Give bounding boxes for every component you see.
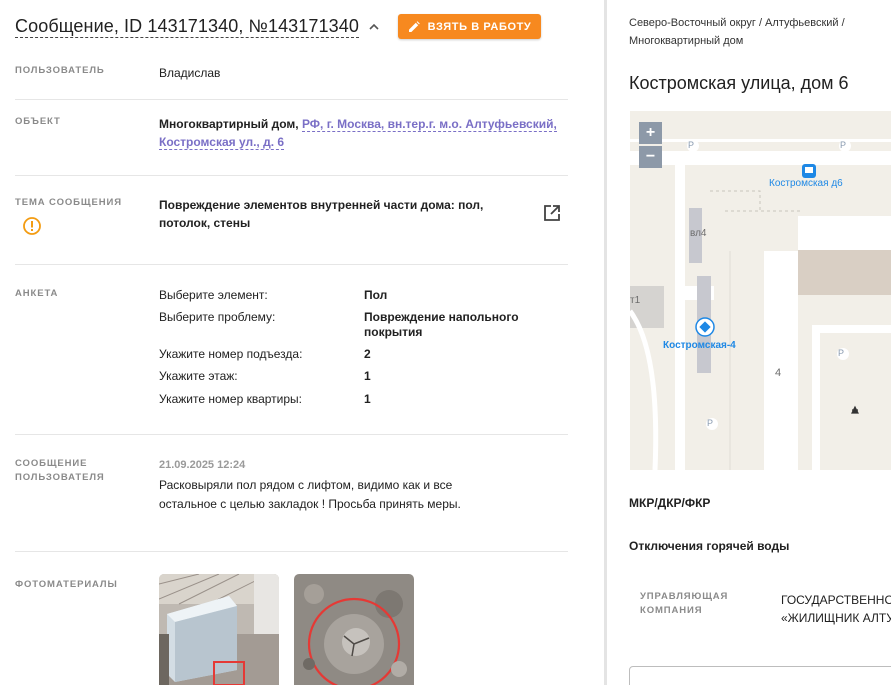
- photo-thumbnail-2[interactable]: [294, 574, 414, 685]
- object-label: ОБЪЕКТ: [15, 116, 61, 127]
- take-to-work-label: ВЗЯТЬ В РАБОТУ: [427, 20, 532, 33]
- survey-answer: Пол: [364, 288, 388, 302]
- breadcrumb: Северо-Восточный округ / Алтуфьевский / …: [629, 14, 889, 50]
- survey-question: Выберите элемент:: [159, 288, 268, 302]
- map-canvas: [630, 111, 891, 470]
- object-address-link[interactable]: РФ, г. Москва, вн.тер.г. м.о. Алтуфьевск…: [301, 117, 557, 132]
- breadcrumb-line-1[interactable]: Северо-Восточный округ / Алтуфьевский /: [629, 17, 845, 29]
- object-type: Многоквартирный дом,: [159, 117, 299, 131]
- take-to-work-button[interactable]: ВЗЯТЬ В РАБОТУ: [398, 14, 541, 39]
- user-label: ПОЛЬЗОВАТЕЛЬ: [15, 65, 105, 76]
- photos-label: ФОТОМАТЕРИАЛЫ: [15, 579, 118, 590]
- survey-question: Выберите проблему:: [159, 310, 276, 324]
- survey-answer: 1: [364, 392, 371, 406]
- divider: [15, 175, 568, 176]
- message-title[interactable]: Сообщение, ID 143171340, №143171340: [15, 16, 359, 38]
- management-company-label-2: КОМПАНИЯ: [640, 605, 703, 616]
- management-company-label: УПРАВЛЯЮЩАЯ КОМПАНИЯ: [640, 590, 728, 618]
- parking-label: P: [840, 140, 847, 150]
- divider: [15, 264, 568, 265]
- photo-image-2: [294, 574, 414, 685]
- survey-question: Укажите этаж:: [159, 369, 238, 383]
- warning-icon: [23, 217, 41, 235]
- pencil-icon: [408, 20, 420, 32]
- survey-answer: Повреждение напольного покрытия: [364, 310, 519, 339]
- message-date: 21.09.2025 12:24: [159, 459, 246, 471]
- photo-image-1: [159, 574, 279, 685]
- object-address-link-2[interactable]: Костромская ул., д. 6: [159, 135, 285, 150]
- parking-label: P: [838, 348, 845, 358]
- map-label-house-number: 4: [775, 367, 782, 379]
- survey-answer: 2: [364, 347, 371, 361]
- user-message-label: СООБЩЕНИЕ ПОЛЬЗОВАТЕЛЯ: [15, 457, 105, 485]
- hot-water-label[interactable]: Отключения горячей воды: [629, 539, 789, 553]
- map[interactable]: + − P P P P Костромская д6 Костромская-4…: [630, 111, 891, 470]
- user-value: Владислав: [159, 66, 221, 80]
- map-zoom-controls: + −: [639, 122, 662, 168]
- object-value: Многоквартирный дом, РФ, г. Москва, вн.т…: [159, 115, 559, 151]
- survey-answer: 1: [364, 369, 371, 383]
- message-panel: Сообщение, ID 143171340, №143171340 ВЗЯТ…: [0, 0, 604, 685]
- management-company-value-2: «ЖИЛИЩНИК АЛТУФ: [781, 611, 891, 625]
- divider: [15, 434, 568, 435]
- divider: [15, 551, 568, 552]
- topic-line-1: Повреждение элементов внутренней части д…: [159, 198, 484, 212]
- zoom-in-button[interactable]: +: [639, 122, 662, 144]
- open-external-icon[interactable]: [542, 203, 562, 223]
- survey-question: Укажите номер квартиры:: [159, 392, 303, 406]
- bottom-field[interactable]: [629, 666, 891, 685]
- chevron-up-icon[interactable]: [367, 20, 381, 34]
- map-label-stop[interactable]: Костромская д6: [769, 178, 843, 189]
- management-company-value: ГОСУДАРСТВЕННОЕ «ЖИЛИЩНИК АЛТУФ: [781, 591, 891, 627]
- user-message-label-2: ПОЛЬЗОВАТЕЛЯ: [15, 472, 105, 483]
- photo-thumbnail-1[interactable]: [159, 574, 279, 685]
- management-company-value-1: ГОСУДАРСТВЕННОЕ: [781, 593, 891, 607]
- topic-value: Повреждение элементов внутренней части д…: [159, 196, 519, 232]
- object-panel: Северо-Восточный округ / Алтуфьевский / …: [607, 0, 891, 685]
- map-label-building[interactable]: Костромская-4: [663, 340, 736, 351]
- topic-label: ТЕМА СООБЩЕНИЯ: [15, 197, 122, 208]
- parking-label: P: [688, 140, 695, 150]
- map-label-t1: т1: [630, 295, 641, 306]
- mkr-label[interactable]: МКР/ДКР/ФКР: [629, 496, 710, 510]
- message-text: Расковыряли пол рядом с лифтом, видимо к…: [159, 478, 461, 511]
- breadcrumb-line-2[interactable]: Многоквартирный дом: [629, 35, 743, 47]
- survey-label: АНКЕТА: [15, 288, 59, 299]
- management-company-label-1: УПРАВЛЯЮЩАЯ: [640, 591, 729, 602]
- divider: [15, 99, 568, 100]
- address-title: Костромская улица, дом 6: [629, 73, 849, 93]
- map-label-vl4: вл4: [690, 228, 707, 239]
- user-message-label-1: СООБЩЕНИЕ: [15, 458, 88, 469]
- zoom-out-button[interactable]: −: [639, 146, 662, 168]
- survey-question: Укажите номер подъезда:: [159, 347, 303, 361]
- parking-label: P: [707, 418, 714, 428]
- topic-line-2: потолок, стены: [159, 216, 251, 230]
- title-row[interactable]: Сообщение, ID 143171340, №143171340: [15, 14, 381, 40]
